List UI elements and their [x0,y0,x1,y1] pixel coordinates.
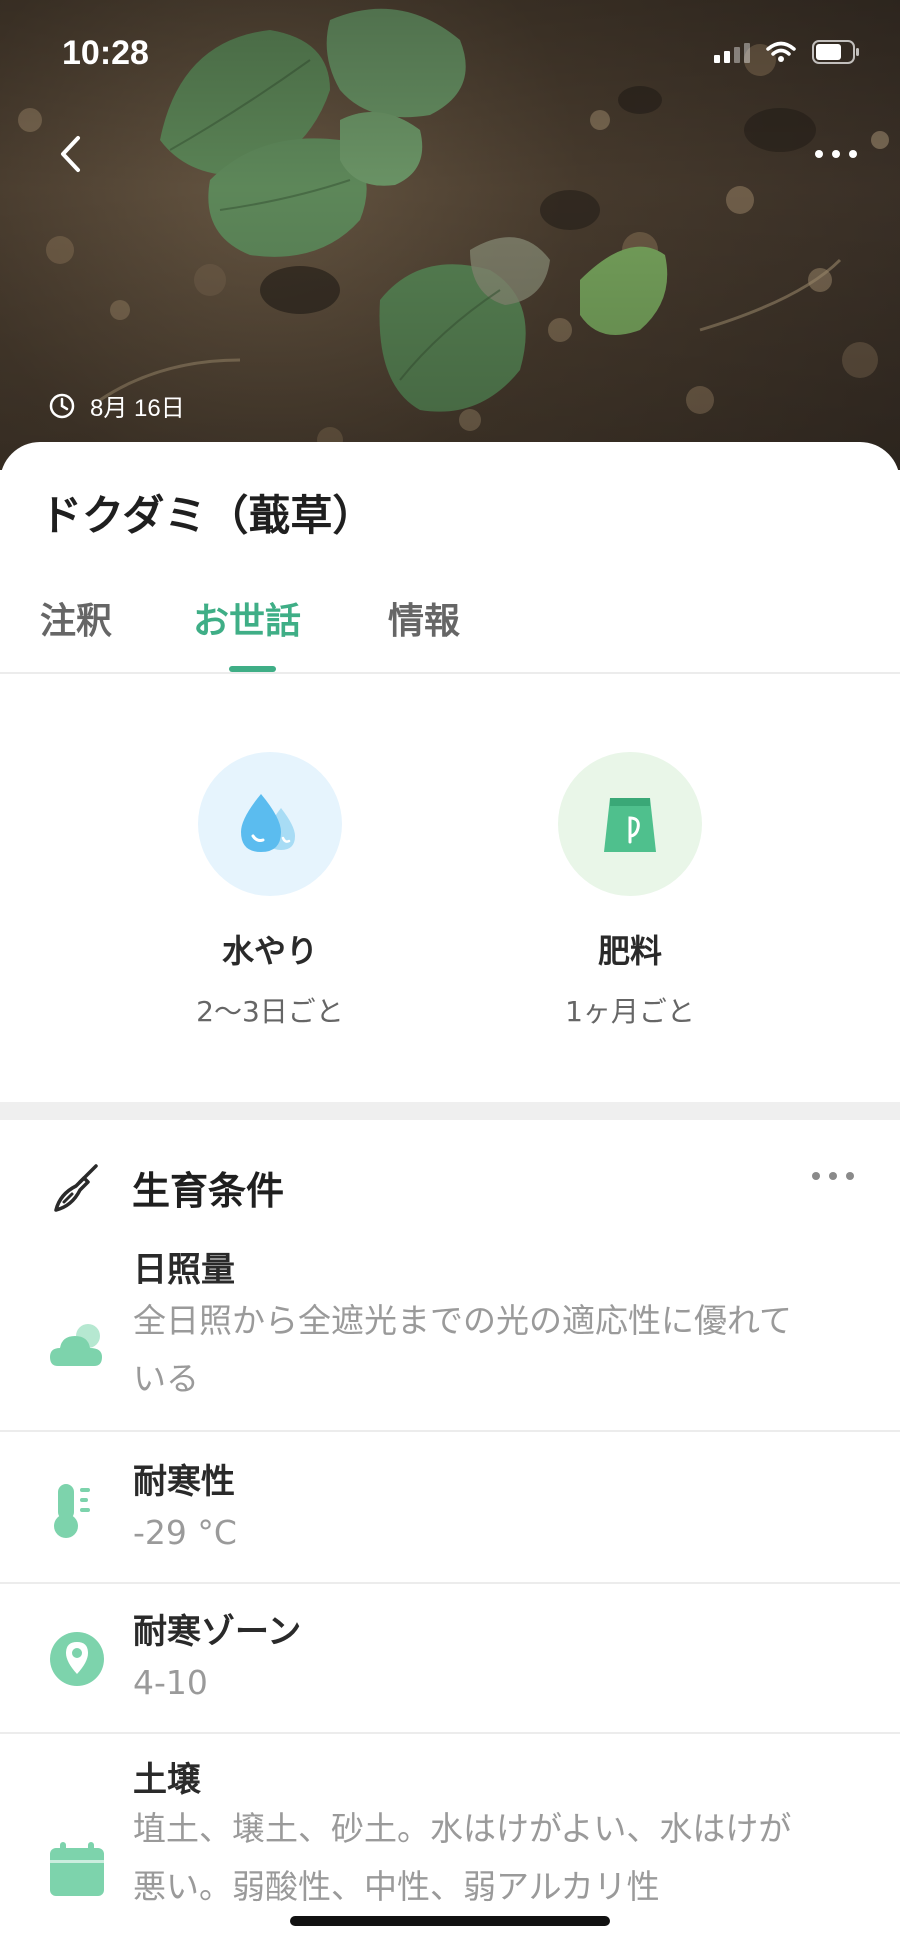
care-watering[interactable]: 水やり 2〜3日ごと [150,752,390,1030]
plant-name: ドクダミ（蕺草） [40,491,375,540]
more-options-button[interactable] [808,132,864,176]
photo-date-text: 8月 16日 [90,395,185,422]
photo-date: 8月 16日 [48,388,185,423]
fertilizer-frequency: 1ヶ月ごと [565,995,695,1028]
tab-notes[interactable]: 注釈 [40,592,112,644]
watering-icon-circle [198,752,342,896]
fertilizer-bag-icon [604,798,656,852]
care-fertilizer[interactable]: 肥料 1ヶ月ごと [510,752,750,1030]
plant-detail-sheet: ドクダミ（蕺草） 注釈 お世話 情報 水やり 2〜3日ごと 肥料 1ヶ月ごと 生… [0,442,900,1948]
status-icons [714,40,860,64]
tab-info[interactable]: 情報 [388,592,460,644]
growth-conditions-title: 生育条件 [132,1169,285,1213]
condition-sunlight: 日照量 全日照から全遮光までの光の適応性に優れている [0,1242,900,1432]
sunlight-value: 全日照から全遮光までの光の適応性に優れている [133,1301,793,1398]
tab-bar: 注釈 お世話 情報 [0,592,900,674]
sunlight-label: 日照量 [133,1250,235,1290]
home-indicator[interactable] [290,1916,610,1926]
soil-value: 埴土、壌土、砂土。水はけがよい、水はけが悪い。弱酸性、中性、弱アルカリ性 [133,1809,792,1906]
growth-more-button[interactable] [812,1172,854,1180]
cold-hardiness-value: -29 °C [133,1513,237,1552]
cold-hardiness-label: 耐寒性 [133,1462,235,1502]
status-bar: 10:28 [0,0,900,110]
hardiness-zone-value: 4-10 [133,1663,208,1702]
section-divider [0,1102,900,1120]
ellipsis-icon [815,150,857,158]
fertilizer-title: 肥料 [597,932,662,970]
soil-calendar-icon [50,1842,104,1896]
tab-care[interactable]: お世話 [193,592,301,644]
water-drops-icon [241,794,295,852]
watering-title: 水やり [221,932,318,970]
condition-cold-hardiness: 耐寒性 -29 °C [0,1432,900,1584]
wifi-icon [766,41,796,63]
watering-frequency: 2〜3日ごと [196,995,344,1028]
thermometer-icon [54,1484,90,1538]
trowel-icon [54,1164,98,1212]
clock-icon [49,393,75,418]
location-pin-icon [50,1632,104,1686]
fertilizer-icon-circle [558,752,702,896]
chevron-left-icon [61,136,80,172]
care-schedule: 水やり 2〜3日ごと 肥料 1ヶ月ごと [0,752,900,1052]
signal-icon [714,41,750,63]
growth-conditions-header: 生育条件 [0,1154,900,1224]
soil-label: 土壌 [133,1760,201,1800]
plant-photo: 10:28 8月 16日 [0,0,900,470]
hardiness-zone-label: 耐寒ゾーン [133,1612,302,1652]
cloud-icon [50,1324,102,1366]
status-time: 10:28 [62,34,149,72]
condition-hardiness-zone: 耐寒ゾーン 4-10 [0,1584,900,1734]
back-button[interactable] [44,128,96,180]
battery-icon [812,40,860,64]
active-tab-indicator [229,666,276,672]
